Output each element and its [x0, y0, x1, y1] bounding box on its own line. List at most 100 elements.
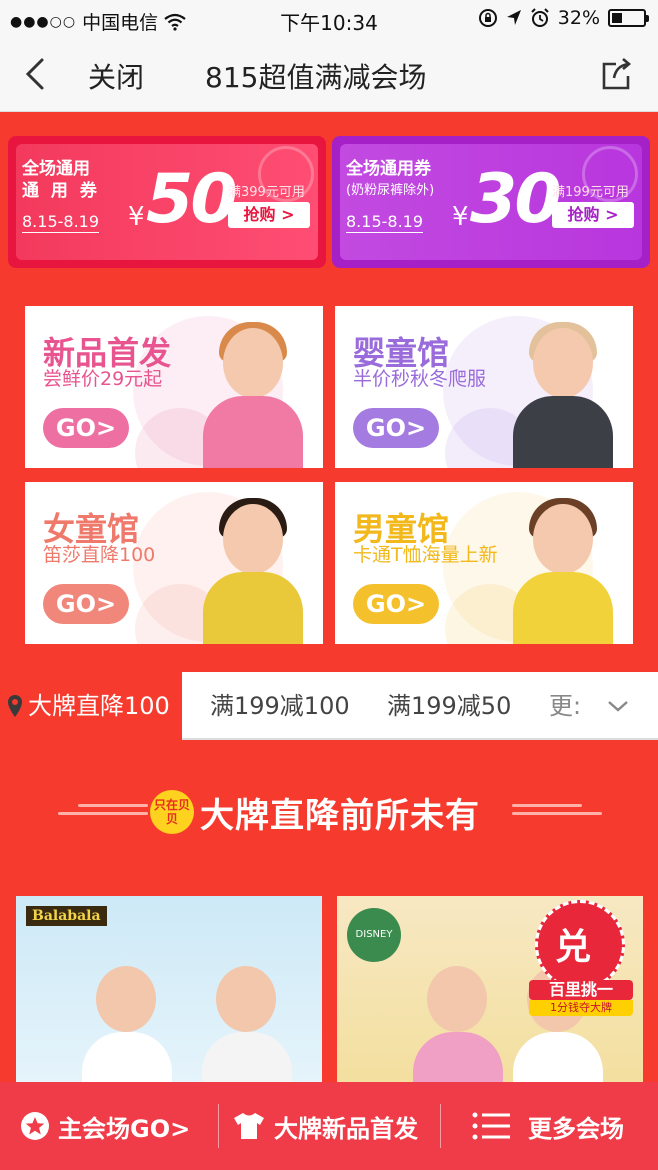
product-photo-girl: [76, 936, 176, 1086]
section-title: 大牌直降前所未有: [200, 796, 480, 836]
tshirt-icon: [234, 1113, 264, 1139]
battery-fill: [612, 13, 622, 23]
coupon-amount: 30: [470, 160, 562, 239]
rotation-lock-icon: [478, 9, 497, 27]
coupon-date: 8.15-8.19: [22, 212, 100, 233]
status-right: 32%: [478, 7, 649, 29]
photo-face: [96, 966, 156, 1032]
bottom-item-label: 大牌新品首发: [274, 1114, 418, 1143]
close-button[interactable]: 关闭: [88, 56, 144, 96]
child-photo: [193, 318, 313, 468]
tab-label: 满199减50: [387, 692, 512, 720]
bottom-main-venue[interactable]: 主会场GO>: [20, 1082, 190, 1170]
photo-clothes: [513, 396, 613, 468]
coupon-buy-button[interactable]: 抢购 >: [552, 202, 634, 228]
photo-face: [216, 966, 276, 1032]
share-icon[interactable]: [596, 54, 636, 94]
photo-clothes: [203, 396, 303, 468]
divider: [440, 1104, 441, 1148]
go-button[interactable]: GO>: [43, 408, 129, 448]
location-icon: [506, 10, 521, 25]
page-title: 815超值满减会场: [205, 61, 427, 94]
coupon-50[interactable]: 全场通用 通 用 券 8.15-8.19 ¥ 50 满399元可用 抢购 >: [8, 136, 326, 268]
photo-face: [533, 328, 593, 398]
brand-logo: DISNEY: [347, 908, 401, 962]
battery-percent: 32%: [557, 7, 600, 29]
coupon-buy-button[interactable]: 抢购 >: [228, 202, 310, 228]
product-photo-boy: [196, 936, 296, 1086]
tab-label: 大牌直降100: [28, 692, 170, 720]
bottom-item-label: 主会场GO>: [58, 1114, 191, 1143]
tab-199-minus-100[interactable]: 满199减100: [210, 672, 350, 740]
photo-clothes: [82, 1032, 172, 1086]
coupon-currency: ¥: [452, 202, 469, 232]
coupon-amount: 50: [146, 160, 238, 239]
card-subtitle: 卡通T恤海量上新: [353, 544, 498, 566]
tab-more[interactable]: 更:: [549, 672, 581, 740]
card-new-arrivals[interactable]: 新品首发 尝鲜价29元起 GO>: [25, 306, 323, 468]
photo-face: [223, 328, 283, 398]
back-chevron-icon[interactable]: [16, 54, 56, 94]
go-button[interactable]: GO>: [43, 584, 129, 624]
product-photo-girl: [407, 936, 507, 1086]
card-subtitle: 半价秒秋冬爬服: [353, 368, 487, 390]
tab-label: 满199减100: [210, 692, 350, 720]
coupon-30[interactable]: 全场通用券 (奶粉尿裤除外) 8.15-8.19 ¥ 30 满199元可用 抢购…: [332, 136, 650, 268]
photo-face: [533, 504, 593, 574]
promo-main-label: 百里挑一: [529, 980, 633, 1000]
filter-tabs: 大牌直降100 满199减100 满199减50 更:: [0, 672, 658, 740]
go-button[interactable]: GO>: [353, 584, 439, 624]
star-circle-icon: [21, 1112, 49, 1140]
photo-face: [223, 504, 283, 574]
child-photo: [503, 318, 623, 468]
tab-199-minus-50[interactable]: 满199减50: [387, 672, 511, 740]
photo-clothes: [202, 1032, 292, 1086]
child-photo: [503, 494, 623, 644]
card-subtitle: 笛莎直降100: [43, 544, 156, 566]
divider: [218, 1104, 219, 1148]
section-heading: 只在贝贝 大牌直降前所未有: [0, 784, 658, 836]
card-girls-hall[interactable]: 女童馆 笛莎直降100 GO>: [25, 482, 323, 644]
coupon-kind-sub: (奶粉尿裤除外): [346, 183, 435, 198]
go-button[interactable]: GO>: [353, 408, 439, 448]
heading-decoration-left: [58, 804, 148, 824]
coupon-kind: 全场通用 通 用 券: [22, 158, 122, 202]
coupon-kind-sub: 通 用 券: [22, 181, 100, 201]
photo-clothes: [513, 572, 613, 644]
location-pin-icon: [8, 695, 22, 717]
nav-bar: 关闭 815超值满减会场: [0, 40, 658, 112]
coupon-condition: 满199元可用: [552, 185, 629, 200]
bottom-brand-new[interactable]: 大牌新品首发: [232, 1082, 418, 1170]
bottom-nav-bar: 主会场GO> 大牌新品首发 更多会场: [0, 1082, 658, 1170]
status-bar: ●●●○○ 中国电信 下午10:34 32%: [0, 0, 658, 40]
photo-clothes: [413, 1032, 503, 1086]
brand-logo: Balabala: [26, 906, 107, 926]
coupon-condition: 满399元可用: [228, 185, 305, 200]
chevron-down-icon[interactable]: [606, 694, 630, 718]
stamp-glyph: 兑: [555, 927, 592, 968]
promo-sub-label: 1分钱夺大牌: [529, 1000, 633, 1016]
exclusive-badge: 只在贝贝: [150, 790, 194, 834]
promo-area: 全场通用 通 用 券 8.15-8.19 ¥ 50 满399元可用 抢购 > 全…: [0, 112, 658, 672]
tab-brand-discount[interactable]: 大牌直降100: [0, 672, 182, 740]
product-card-disney[interactable]: DISNEY 兑 百里挑一 1分钱夺大牌: [337, 896, 643, 1086]
list-icon: [472, 1112, 510, 1140]
tab-label: 更:: [549, 692, 582, 720]
bottom-item-label: 更多会场: [528, 1114, 624, 1143]
coupon-kind-label: 全场通用: [22, 159, 90, 179]
product-card-balabala[interactable]: Balabala: [16, 896, 322, 1086]
coupon-currency: ¥: [128, 202, 145, 232]
card-boys-hall[interactable]: 男童馆 卡通T恤海量上新 GO>: [335, 482, 633, 644]
bottom-more-venues[interactable]: 更多会场: [472, 1082, 624, 1170]
alarm-icon: [531, 8, 549, 27]
card-baby-hall[interactable]: 婴童馆 半价秒秋冬爬服 GO>: [335, 306, 633, 468]
photo-clothes: [203, 572, 303, 644]
photo-clothes: [513, 1032, 603, 1086]
coupon-kind: 全场通用券 (奶粉尿裤除外): [346, 158, 446, 202]
card-subtitle: 尝鲜价29元起: [43, 368, 163, 390]
promo-stamp[interactable]: 兑 百里挑一 1分钱夺大牌: [525, 900, 635, 1016]
coupon-date: 8.15-8.19: [346, 212, 424, 233]
heading-decoration-right: [512, 804, 602, 824]
battery-icon: [608, 9, 649, 27]
photo-face: [427, 966, 487, 1032]
